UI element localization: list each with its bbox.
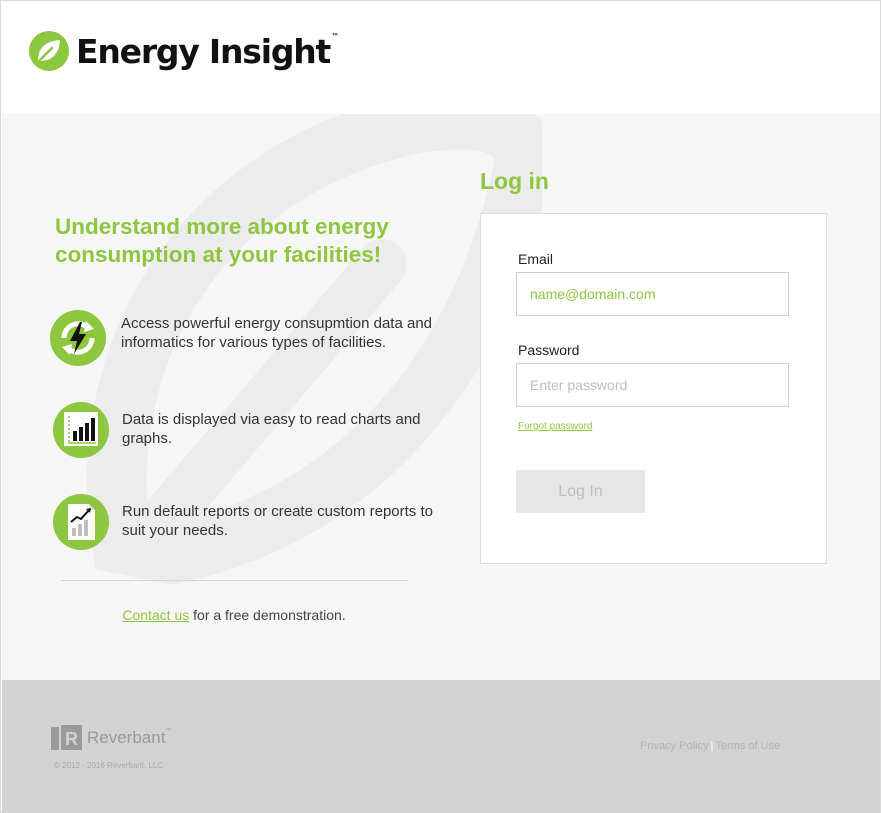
lightning-cycle-icon bbox=[50, 310, 106, 366]
contact-line: Contact us for a free demonstration. bbox=[2, 607, 466, 623]
brand-name: Energy Insight™ bbox=[76, 31, 339, 71]
tagline: Understand more about energy consumption… bbox=[55, 214, 389, 267]
report-icon bbox=[53, 494, 109, 550]
login-title: Log in bbox=[480, 168, 549, 194]
leaf-logo-icon bbox=[29, 31, 69, 71]
feature-text: Data is displayed via easy to read chart… bbox=[122, 411, 421, 447]
contact-text: for a free demonstration. bbox=[189, 607, 346, 623]
email-field[interactable] bbox=[516, 272, 789, 316]
legal-links: Privacy Policy | Terms of Use bbox=[640, 740, 780, 752]
reverbant-logo-icon: R bbox=[51, 725, 82, 750]
forgot-password-link[interactable]: Forgot password bbox=[518, 421, 592, 432]
terms-of-use-link[interactable]: Terms of Use bbox=[715, 740, 780, 752]
svg-text:R: R bbox=[65, 729, 78, 749]
login-button[interactable]: Log In bbox=[516, 470, 645, 513]
email-label: Email bbox=[518, 251, 554, 267]
copyright: © 2012 - 2016 Reverbant, LLC bbox=[54, 761, 164, 770]
divider bbox=[61, 580, 408, 581]
brand[interactable]: Energy Insight™ bbox=[28, 30, 339, 72]
reverbant-brand[interactable]: R Reverbant™ bbox=[51, 725, 171, 750]
feature-text: Access powerful energy consupmtion data … bbox=[121, 315, 433, 351]
header: Energy Insight™ bbox=[2, 2, 880, 114]
feature-item-reports: Run default reports or create custom rep… bbox=[53, 494, 442, 550]
main-content: Understand more about energy consumption… bbox=[2, 114, 880, 680]
contact-us-link[interactable]: Contact us bbox=[122, 607, 189, 623]
reverbant-name: Reverbant™ bbox=[87, 727, 172, 747]
feature-item-data-access: Access powerful energy consupmtion data … bbox=[50, 310, 441, 366]
privacy-policy-link[interactable]: Privacy Policy bbox=[640, 740, 708, 752]
feature-text: Run default reports or create custom rep… bbox=[122, 503, 433, 539]
password-label: Password bbox=[518, 342, 580, 358]
bar-chart-icon bbox=[53, 402, 109, 458]
footer: R Reverbant™ © 2012 - 2016 Reverbant, LL… bbox=[2, 680, 880, 813]
legal-separator: | bbox=[710, 740, 714, 752]
page-frame: Energy Insight™ Understand more about en… bbox=[0, 0, 881, 813]
feature-item-charts: Data is displayed via easy to read chart… bbox=[53, 402, 442, 458]
password-field[interactable] bbox=[516, 363, 789, 407]
login-form: Email Password Forgot password Log In bbox=[480, 213, 827, 564]
